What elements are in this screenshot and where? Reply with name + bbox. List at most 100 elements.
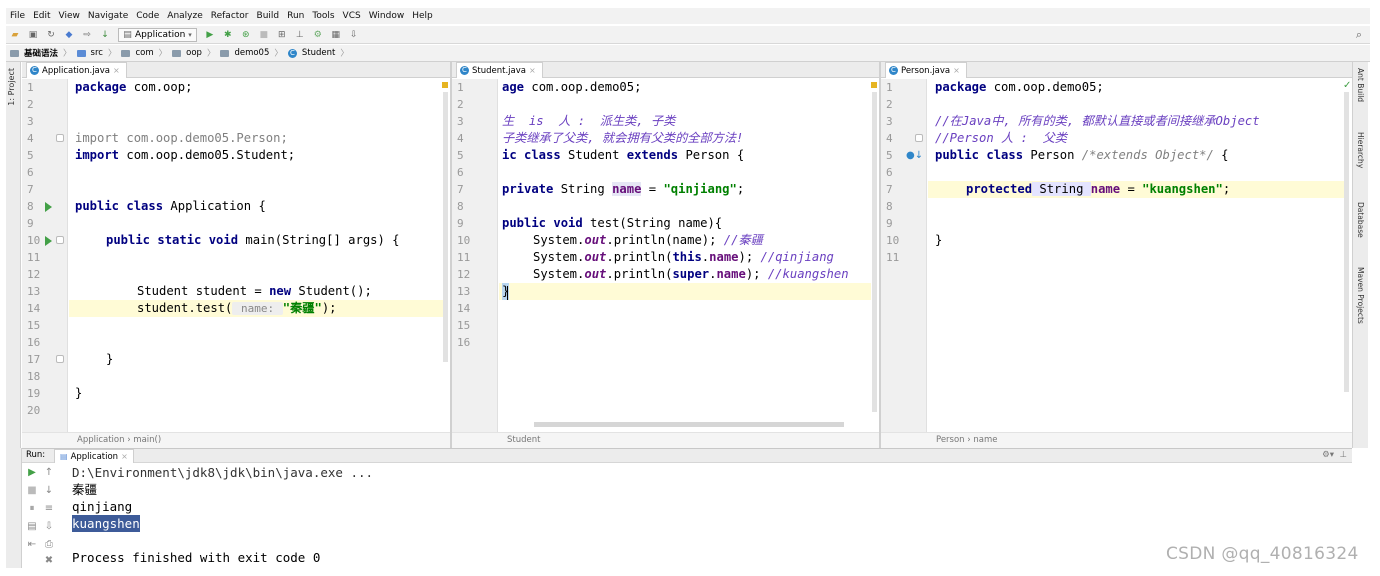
database-tool-button[interactable]: Database (1356, 202, 1365, 238)
warning-marker-icon[interactable] (871, 82, 877, 88)
dump-threads-icon[interactable]: ▤ (25, 521, 39, 532)
save-icon[interactable]: ▣ (28, 30, 38, 40)
tab-person-java[interactable]: C Person.java × (885, 62, 967, 78)
menu-navigate[interactable]: Navigate (88, 11, 128, 21)
tab-application-java[interactable]: C Application.java × (26, 62, 127, 78)
code-text: ; (1222, 182, 1231, 196)
ant-build-tool-button[interactable]: Ant Build (1356, 68, 1365, 102)
horizontal-scrollbar[interactable] (534, 422, 844, 427)
build-icon[interactable]: ↓ (100, 30, 110, 40)
run-icon[interactable]: ▶ (205, 30, 215, 40)
menu-run[interactable]: Run (287, 11, 304, 21)
debug-icon[interactable]: ✱ (223, 30, 233, 40)
scroll-end-icon[interactable]: ⇩ (42, 521, 56, 532)
sync-icon[interactable]: ↻ (46, 30, 56, 40)
hide-icon[interactable]: ⊥ (1340, 450, 1347, 460)
forward-icon[interactable]: ⇨ (82, 30, 92, 40)
menu-file[interactable]: File (10, 11, 25, 21)
menu-analyze[interactable]: Analyze (167, 11, 202, 21)
exit-icon[interactable]: ⇤ (25, 539, 39, 550)
clear-icon[interactable]: ✖ (42, 555, 56, 566)
run-config-label: Application (135, 29, 186, 40)
code-breadcrumb-text[interactable]: Person › name (936, 435, 997, 445)
warning-marker-icon[interactable] (442, 82, 448, 88)
soft-wrap-icon[interactable]: ≡ (42, 503, 56, 514)
code-text: = (1120, 182, 1143, 196)
breadcrumb-demo05[interactable]: demo05 (234, 48, 269, 58)
back-icon[interactable]: ◆ (64, 30, 74, 40)
search-icon[interactable]: ⌕ (1354, 29, 1364, 40)
menu-vcs[interactable]: VCS (343, 11, 361, 21)
pause-icon[interactable]: ⏸ (25, 503, 39, 514)
maven-projects-tool-button[interactable]: Maven Projects (1356, 267, 1365, 324)
menu-tools[interactable]: Tools (312, 11, 334, 21)
tab-student-java[interactable]: C Student.java × (456, 62, 543, 78)
print-icon[interactable]: ⎙ (42, 539, 56, 550)
editor-tabbar: C Student.java × (452, 62, 879, 78)
vcs-commit-icon[interactable]: ⊥ (295, 30, 305, 40)
down-arrow-icon[interactable]: ↓ (42, 485, 56, 496)
menu-build[interactable]: Build (257, 11, 280, 21)
vcs-update-icon[interactable]: ⊞ (277, 30, 287, 40)
code-area[interactable]: package com.oop; import com.oop.demo05.P… (69, 79, 444, 432)
tab-run-application[interactable]: ▤ Application × (54, 449, 134, 463)
menu-refactor[interactable]: Refactor (211, 11, 249, 21)
coverage-icon[interactable]: ⊛ (241, 30, 251, 40)
keyword: public static void (106, 233, 239, 247)
current-line-highlight (499, 283, 871, 300)
breadcrumb-module[interactable]: 基础语法 (24, 47, 58, 59)
project-tool-button[interactable]: 1: Project (7, 68, 16, 106)
field-name: name (709, 250, 739, 264)
subclass-marker-icon[interactable]: ●↓ (906, 150, 923, 161)
breadcrumb-oop[interactable]: oop (186, 48, 202, 58)
sdk-icon[interactable]: ⇩ (349, 30, 359, 40)
fold-icon[interactable] (56, 134, 64, 142)
editor-scrollbar[interactable] (872, 92, 877, 412)
close-icon[interactable]: × (953, 66, 960, 75)
code-breadcrumb-text[interactable]: Application › main() (77, 435, 161, 445)
up-arrow-icon[interactable]: ↑ (42, 467, 56, 478)
fold-icon[interactable] (915, 134, 923, 142)
editor-scrollbar[interactable] (1344, 92, 1349, 392)
run-gutter-icon[interactable] (45, 202, 52, 212)
keyword: this (672, 250, 702, 264)
code-area[interactable]: package com.oop.demo05; //在Java中, 所有的类, … (928, 79, 1344, 432)
code-breadcrumb-text[interactable]: Student (507, 435, 540, 445)
breadcrumb-src[interactable]: src (91, 48, 103, 58)
editor-scrollbar[interactable] (443, 92, 448, 362)
code-line: } (106, 352, 114, 366)
rerun-icon[interactable]: ▶ (25, 467, 39, 478)
stop-icon[interactable]: ■ (25, 485, 39, 496)
menu-view[interactable]: View (59, 11, 80, 21)
menu-code[interactable]: Code (136, 11, 159, 21)
code-breadcrumb: Application › main() (22, 432, 450, 448)
breadcrumb-student[interactable]: Student (302, 48, 335, 58)
editor-person: C Person.java × 1 2 3 4 5 6 7 8 9 10 11 … (881, 62, 1352, 448)
static-field: out (584, 267, 607, 281)
open-folder-icon[interactable]: ▰ (10, 30, 20, 40)
menu-edit[interactable]: Edit (33, 11, 50, 21)
package-icon (172, 49, 182, 57)
close-icon[interactable]: × (113, 66, 120, 75)
code-text: ); (321, 301, 337, 315)
line-number: 16 (27, 336, 41, 349)
fold-icon[interactable] (56, 236, 64, 244)
code-line: } (935, 233, 943, 247)
close-icon[interactable]: × (529, 66, 536, 75)
code-area[interactable]: age com.oop.demo05; 生 is 人 : 派生类, 子类 子类继… (499, 79, 871, 432)
editor-student: C Student.java × 1 2 3 4 5 6 7 8 9 10 11… (452, 62, 879, 448)
run-gutter-icon[interactable] (45, 236, 52, 246)
hierarchy-tool-button[interactable]: Hierarchy (1356, 132, 1365, 168)
run-config-select[interactable]: ▤ Application ▾ (118, 27, 197, 42)
gear-icon[interactable]: ⚙▾ (1322, 450, 1334, 460)
settings-icon[interactable]: ⚙ (313, 30, 323, 40)
breadcrumb-com[interactable]: com (135, 48, 153, 58)
project-structure-icon[interactable]: ▦ (331, 30, 341, 40)
tab-label: Application.java (42, 65, 111, 76)
close-icon[interactable]: × (121, 452, 128, 461)
breadcrumb-sep-icon: 〉 (340, 49, 349, 59)
fold-icon[interactable] (56, 355, 64, 363)
stop-icon[interactable]: ■ (259, 30, 269, 40)
menu-window[interactable]: Window (369, 11, 405, 21)
menu-help[interactable]: Help (412, 11, 433, 21)
